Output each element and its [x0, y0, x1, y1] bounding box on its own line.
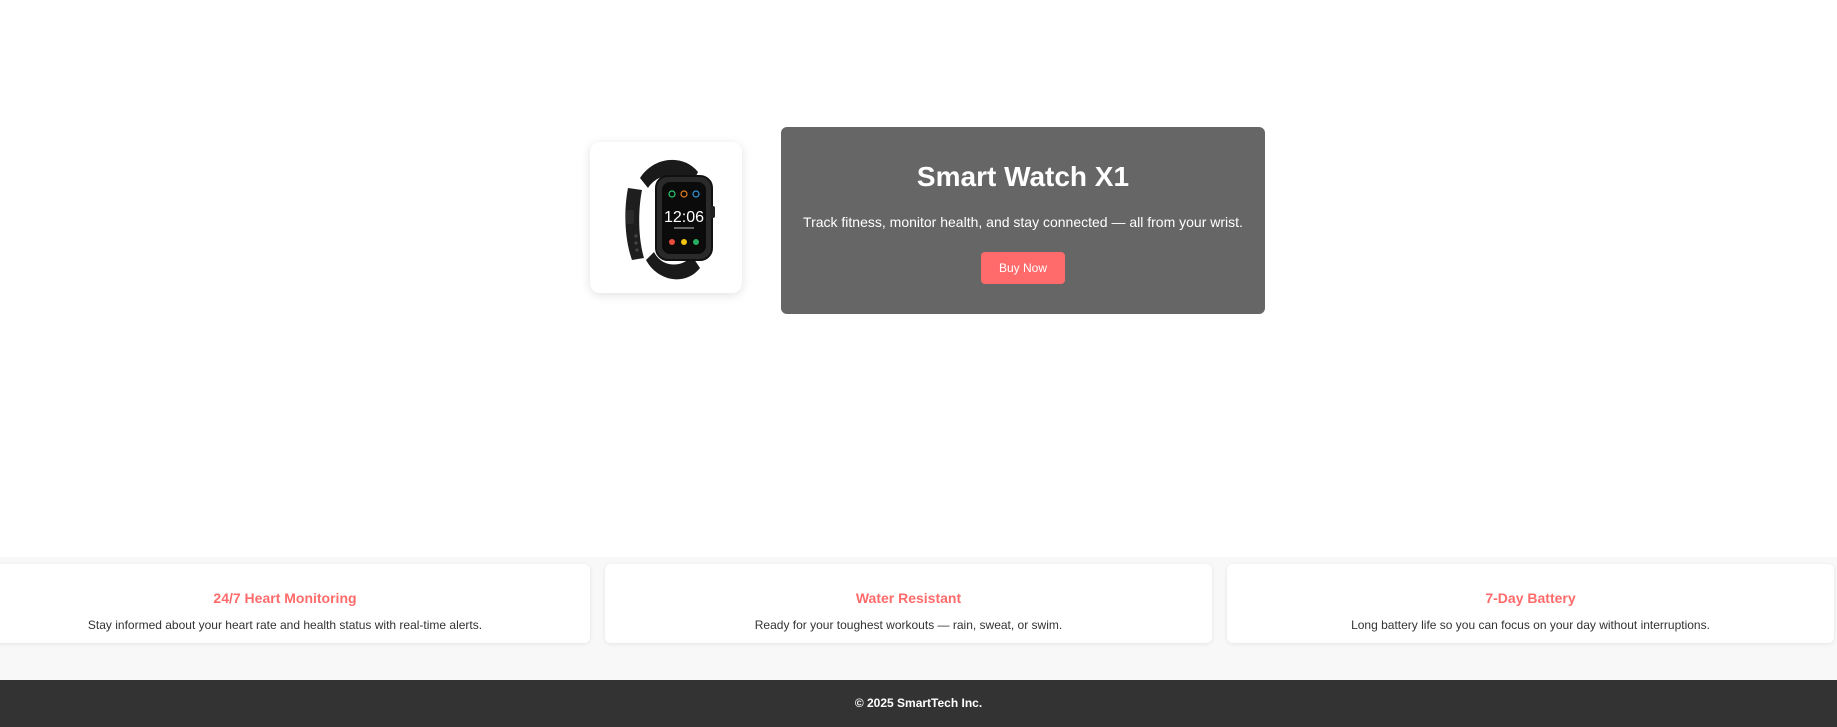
product-tagline: Track fitness, monitor health, and stay … — [803, 214, 1243, 230]
footer: © 2025 SmartTech Inc. — [0, 680, 1837, 727]
buy-now-button[interactable]: Buy Now — [981, 252, 1065, 284]
product-image-card: 12:06 — [590, 142, 742, 293]
footer-copyright: © 2025 SmartTech Inc. — [854, 696, 983, 710]
product-info-panel: Smart Watch X1 Track fitness, monitor he… — [781, 127, 1265, 314]
feature-title: Water Resistant — [855, 590, 962, 606]
watch-time: 12:06 — [664, 209, 704, 226]
feature-description: Ready for your toughest workouts — rain,… — [754, 618, 1063, 632]
feature-card-battery: 7-Day Battery Long battery life so you c… — [1227, 564, 1834, 643]
feature-card-water-resistant: Water Resistant Ready for your toughest … — [605, 564, 1212, 643]
feature-card-heart-monitoring: 24/7 Heart Monitoring Stay informed abou… — [0, 564, 590, 643]
feature-description: Long battery life so you can focus on yo… — [1351, 618, 1710, 632]
product-title: Smart Watch X1 — [916, 161, 1130, 192]
hero-section: 12:06 Smart Watch X1 Track fitness, moni… — [0, 0, 1837, 557]
feature-title: 7-Day Battery — [1485, 590, 1576, 606]
feature-description: Stay informed about your heart rate and … — [87, 618, 483, 632]
smartwatch-image: 12:06 — [625, 159, 715, 279]
page: 12:06 Smart Watch X1 Track fitness, moni… — [0, 0, 1837, 727]
feature-title: 24/7 Heart Monitoring — [213, 590, 357, 606]
features-section: 24/7 Heart Monitoring Stay informed abou… — [0, 557, 1837, 680]
